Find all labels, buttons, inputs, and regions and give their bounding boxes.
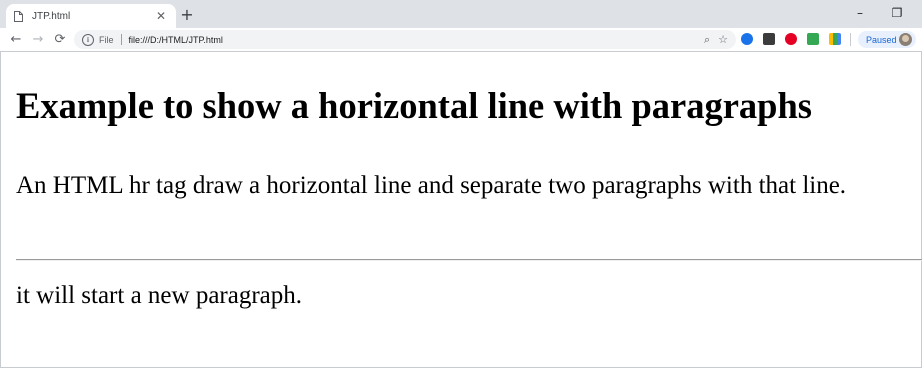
file-icon <box>14 10 24 22</box>
profile-button[interactable]: Paused <box>858 31 916 48</box>
paragraph-2: it will start a new paragraph. <box>16 282 303 309</box>
reload-icon[interactable]: ⟳ <box>52 32 68 48</box>
evernote-icon[interactable] <box>807 33 819 45</box>
back-icon[interactable]: ← <box>8 32 24 48</box>
minimize-icon[interactable]: – <box>848 4 872 22</box>
horizontal-rule <box>16 259 922 261</box>
tab-title: JTP.html <box>32 10 71 22</box>
profile-status: Paused <box>866 34 897 45</box>
tab-jtp[interactable]: JTP.html ✕ <box>6 4 176 28</box>
browser-chrome: JTP.html ✕ + – ❐ ← → ⟳ i File file:///D:… <box>0 0 922 52</box>
restore-icon[interactable]: ❐ <box>885 4 909 22</box>
info-icon[interactable]: i <box>82 33 94 46</box>
address-separator <box>120 34 122 45</box>
scheme-label: File <box>99 34 114 45</box>
toolbar: ← → ⟳ i File file:///D:/HTML/JTP.html ⌕ … <box>0 28 922 52</box>
close-icon[interactable]: ✕ <box>154 9 168 23</box>
page-viewport: Example to show a horizontal line with p… <box>0 52 922 368</box>
mail-icon[interactable] <box>763 33 775 45</box>
toolbar-divider <box>850 33 851 46</box>
forward-icon[interactable]: → <box>30 32 46 48</box>
new-tab-icon[interactable]: + <box>178 6 196 24</box>
avatar <box>899 33 912 46</box>
extension-blue-icon[interactable] <box>741 33 753 45</box>
pinterest-icon[interactable] <box>785 33 797 45</box>
zoom-icon[interactable]: ⌕ <box>704 33 710 47</box>
colorful-extension-icon[interactable] <box>829 33 841 45</box>
url-text[interactable]: file:///D:/HTML/JTP.html <box>129 35 696 45</box>
bookmark-star-icon[interactable]: ☆ <box>718 33 728 46</box>
tab-strip: JTP.html ✕ + – ❐ <box>0 0 922 28</box>
page-heading: Example to show a horizontal line with p… <box>16 85 812 126</box>
address-bar[interactable]: i File file:///D:/HTML/JTP.html ⌕ ☆ <box>74 30 736 49</box>
paragraph-1: An HTML hr tag draw a horizontal line an… <box>16 172 847 199</box>
